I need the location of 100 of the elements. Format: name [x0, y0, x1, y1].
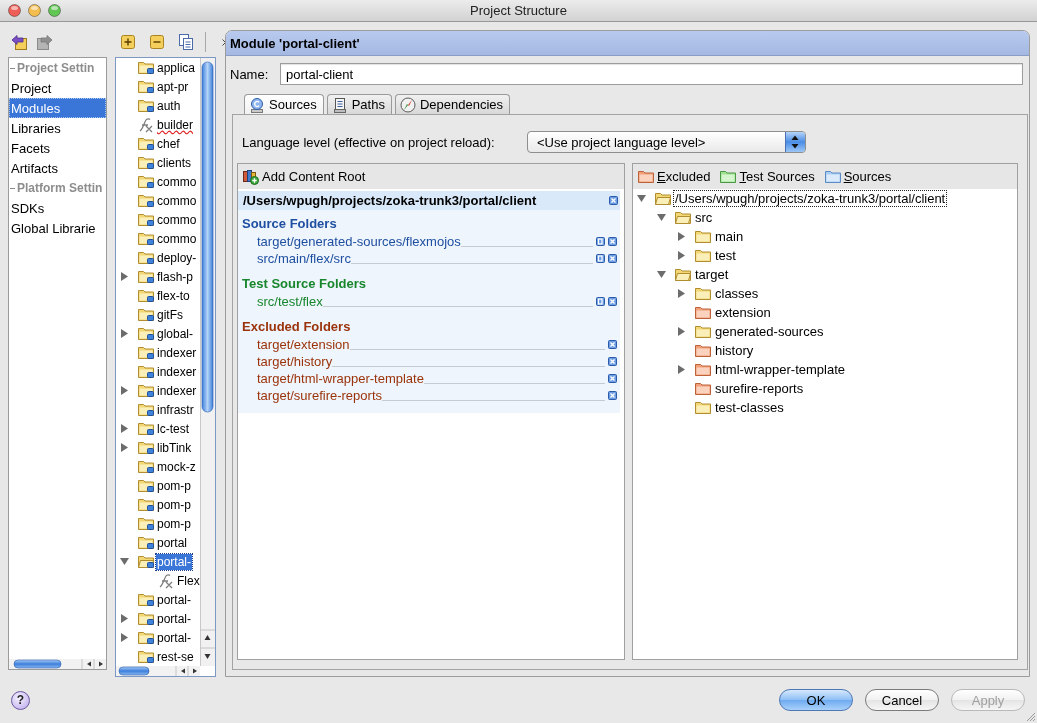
triangle-right-icon[interactable]: [677, 251, 686, 260]
triangle-right-icon[interactable]: [120, 424, 129, 433]
horizontal-scrollbar[interactable]: [116, 666, 200, 676]
folder-path[interactable]: src/test/flex: [257, 294, 323, 309]
module-item[interactable]: portal-: [156, 553, 192, 570]
triangle-right-icon[interactable]: [677, 289, 686, 298]
close-icon[interactable]: [608, 340, 617, 349]
close-icon[interactable]: [608, 254, 617, 263]
folder-name[interactable]: classes: [714, 286, 760, 301]
sidebar-item[interactable]: Modules: [9, 98, 106, 118]
language-level-select[interactable]: <Use project language level>: [527, 131, 806, 153]
module-item[interactable]: lc-test: [156, 420, 190, 437]
back-button[interactable]: [10, 32, 28, 51]
folder-path[interactable]: target/generated-sources/flexmojos: [257, 234, 461, 249]
maximize-icon[interactable]: [48, 4, 61, 17]
add-button[interactable]: [119, 33, 137, 51]
sidebar-item[interactable]: Project: [9, 78, 106, 98]
module-item[interactable]: rest-se: [156, 648, 195, 665]
module-item[interactable]: commo: [156, 192, 198, 209]
folder-name[interactable]: /Users/wpugh/projects/zoka-trunk3/portal/client: [674, 191, 947, 206]
properties-icon[interactable]: [596, 237, 605, 246]
module-item[interactable]: auth: [156, 97, 182, 114]
module-item[interactable]: global-: [156, 325, 195, 342]
resize-grip-icon[interactable]: [1025, 711, 1036, 722]
module-item[interactable]: portal: [156, 534, 189, 551]
module-item[interactable]: commo: [156, 173, 198, 190]
folder-name[interactable]: main: [714, 229, 745, 244]
folder-name[interactable]: surefire-reports: [714, 381, 805, 396]
close-icon[interactable]: [608, 357, 617, 366]
minimize-icon[interactable]: [28, 4, 41, 17]
folder-path[interactable]: target/history: [257, 354, 333, 369]
module-item[interactable]: chef: [156, 135, 181, 152]
triangle-right-icon[interactable]: [120, 633, 129, 642]
horizontal-scrollbar[interactable]: [9, 659, 106, 669]
module-item[interactable]: indexer: [156, 363, 198, 380]
folder-name[interactable]: history: [714, 343, 755, 358]
sidebar-item[interactable]: Libraries: [9, 118, 106, 138]
copy-button[interactable]: [177, 33, 195, 51]
triangle-right-icon[interactable]: [120, 386, 129, 395]
module-item[interactable]: applica: [156, 59, 197, 76]
triangle-down-icon[interactable]: [637, 194, 646, 203]
module-item[interactable]: builder: [156, 116, 195, 133]
folder-path[interactable]: src/main/flex/src: [257, 251, 351, 266]
triangle-right-icon[interactable]: [677, 232, 686, 241]
legend-button[interactable]: Excluded: [657, 169, 711, 184]
module-item[interactable]: clients: [156, 154, 192, 171]
dialog-button[interactable]: OK: [779, 689, 853, 711]
remove-button[interactable]: [148, 33, 166, 51]
module-item[interactable]: mock-z: [156, 458, 197, 475]
folder-name[interactable]: src: [694, 210, 714, 225]
module-item[interactable]: pom-p: [156, 515, 192, 532]
triangle-down-icon[interactable]: [120, 557, 129, 566]
triangle-down-icon[interactable]: [657, 213, 666, 222]
module-item[interactable]: gitFs: [156, 306, 184, 323]
module-item[interactable]: portal-: [156, 610, 192, 627]
module-item[interactable]: Flex: [176, 572, 201, 589]
folder-path[interactable]: target/surefire-reports: [257, 388, 382, 403]
sidebar-item[interactable]: Global Librarie: [9, 218, 106, 238]
name-input[interactable]: portal-client: [280, 63, 1023, 85]
triangle-right-icon[interactable]: [677, 327, 686, 336]
module-item[interactable]: indexer: [156, 344, 198, 361]
folder-name[interactable]: extension: [714, 305, 772, 320]
legend-button[interactable]: Test Sources: [739, 169, 815, 184]
close-icon[interactable]: [608, 391, 617, 400]
folder-name[interactable]: test-classes: [714, 400, 785, 415]
folder-name[interactable]: html-wrapper-template: [714, 362, 847, 377]
module-item[interactable]: pom-p: [156, 477, 192, 494]
folder-name[interactable]: test: [714, 248, 737, 263]
help-button[interactable]: ?: [11, 690, 30, 710]
module-item[interactable]: flash-p: [156, 268, 195, 285]
properties-icon[interactable]: [596, 254, 605, 263]
tab[interactable]: Dependencies: [394, 94, 511, 114]
module-item[interactable]: flex-to: [156, 287, 191, 304]
module-item[interactable]: pom-p: [156, 496, 192, 513]
triangle-right-icon[interactable]: [120, 443, 129, 452]
module-item[interactable]: infrastr: [156, 401, 195, 418]
tab[interactable]: Paths: [326, 94, 392, 114]
sidebar-item[interactable]: Artifacts: [9, 158, 106, 178]
triangle-right-icon[interactable]: [120, 614, 129, 623]
close-icon[interactable]: [609, 196, 618, 205]
folder-path[interactable]: target/extension: [257, 337, 350, 352]
properties-icon[interactable]: [596, 297, 605, 306]
module-item[interactable]: portal-: [156, 591, 192, 608]
module-item[interactable]: indexer: [156, 382, 198, 399]
module-item[interactable]: portal-: [156, 629, 192, 646]
close-icon[interactable]: [608, 297, 617, 306]
close-icon[interactable]: [608, 374, 617, 383]
close-icon[interactable]: [608, 237, 617, 246]
legend-button[interactable]: Sources: [843, 169, 892, 184]
module-item[interactable]: apt-pr: [156, 78, 190, 95]
module-item[interactable]: libTink: [156, 439, 193, 456]
sidebar-item[interactable]: Facets: [9, 138, 106, 158]
triangle-right-icon[interactable]: [120, 272, 129, 281]
add-content-root-link[interactable]: Add Content Root: [262, 169, 366, 184]
folder-name[interactable]: target: [694, 267, 730, 282]
triangle-right-icon[interactable]: [677, 365, 686, 374]
vertical-scrollbar[interactable]: [200, 58, 215, 666]
module-item[interactable]: commo: [156, 211, 198, 228]
dialog-button[interactable]: Cancel: [865, 689, 939, 711]
folder-name[interactable]: generated-sources: [714, 324, 825, 339]
